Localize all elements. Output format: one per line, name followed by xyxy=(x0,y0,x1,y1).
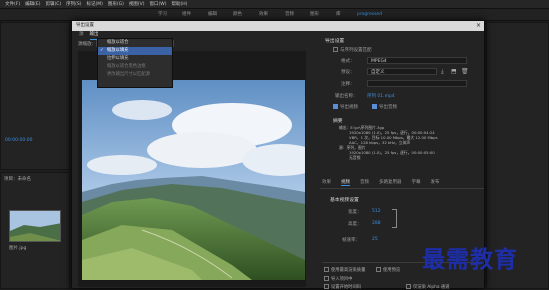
format-label: 格式： xyxy=(341,59,355,64)
dropdown-option-stretch-to-fill[interactable]: 拉伸以填充 xyxy=(98,55,172,63)
match-sequence-checkbox[interactable] xyxy=(333,47,338,52)
summary-block: 输出：E:\pr\序列图片.3gp 1920x1080 (1.0)，25 fps… xyxy=(339,125,479,160)
export-video-checkbox[interactable] xyxy=(333,104,338,109)
link-dimensions-icon[interactable] xyxy=(392,209,397,228)
option-label: 缩放以适合 xyxy=(107,40,129,45)
option-label: 缩放以填充 xyxy=(107,48,129,53)
option-label: 导入项目中 xyxy=(331,277,353,282)
output-name-label: 输出名称： xyxy=(335,94,358,99)
export-video-label: 导出视频 xyxy=(340,105,358,110)
tab-captions[interactable]: 字幕 xyxy=(412,179,421,185)
option-label: 仅渲染 Alpha 通道 xyxy=(413,285,450,290)
preview-image xyxy=(82,80,305,280)
landscape-picture xyxy=(82,80,305,280)
project-thumbnail[interactable] xyxy=(9,210,61,242)
option-label: 缩放以适合黑色边框 xyxy=(107,64,146,69)
source-scaling-label: 源缩放： xyxy=(78,42,96,47)
export-audio-option[interactable]: 导出音频 xyxy=(372,104,397,110)
check-icon: ✓ xyxy=(100,48,104,53)
settings-tabs: 效果 视频 音频 多路复用器 字幕 发布 xyxy=(322,179,450,186)
menu-edit[interactable]: 编辑(E) xyxy=(25,0,40,9)
dialog-title: 导出设置 xyxy=(72,21,484,31)
delete-preset-icon[interactable]: 🗑 xyxy=(461,68,469,75)
export-audio-checkbox[interactable] xyxy=(372,104,377,109)
output-name-link[interactable]: 序列 01.mp4 xyxy=(367,93,395,99)
export-settings-title: 导出设置 xyxy=(325,39,345,44)
source-monitor-panel: 00:00:00:00 xyxy=(0,22,70,170)
export-audio-label: 导出音频 xyxy=(379,105,397,110)
height-value[interactable]: 288 xyxy=(372,221,381,226)
export-video-option[interactable]: 导出视频 xyxy=(333,104,358,110)
menu-view[interactable]: 视图(V) xyxy=(129,0,145,9)
comments-label: 注释： xyxy=(341,82,355,87)
option-label: 更改输出尺寸以匹配源 xyxy=(107,72,150,77)
menu-file[interactable]: 文件(F) xyxy=(5,0,20,9)
tab-publish[interactable]: 发布 xyxy=(431,179,440,185)
match-sequence-label: 与序列设置匹配 xyxy=(340,48,372,53)
project-panel-label: 项目：未命名 xyxy=(4,177,31,182)
checkbox[interactable] xyxy=(376,267,381,272)
format-value: MPEG4 xyxy=(371,59,387,64)
fps-label: 帧速率： xyxy=(342,238,360,243)
thumbnail-image xyxy=(10,211,60,241)
start-timecode-option[interactable]: 设置开始时间码 xyxy=(324,284,361,290)
export-settings-panel: 导出设置 与序列设置匹配 格式： MPEG4 预设： 自定义 ⤓ ⬒ 🗑 注释：… xyxy=(317,33,483,173)
option-label: 使用预览 xyxy=(383,268,401,273)
checkbox[interactable] xyxy=(406,284,411,289)
dropdown-option-black-borders[interactable]: 缩放以适合黑色边框 xyxy=(98,63,172,71)
alpha-only-option[interactable]: 仅渲染 Alpha 通道 xyxy=(406,284,449,290)
source-scaling-dropdown: 缩放以适合 ✓ 缩放以填充 拉伸以填充 缩放以适合黑色边框 更改输出尺寸以匹配源 xyxy=(97,38,173,88)
checkbox[interactable] xyxy=(324,267,329,272)
summary-title: 摘要 xyxy=(333,119,343,124)
checkbox[interactable] xyxy=(324,284,329,289)
import-into-project-option[interactable]: 导入项目中 xyxy=(324,276,352,282)
option-label: 拉伸以填充 xyxy=(107,56,129,61)
width-label: 宽度： xyxy=(348,210,362,215)
tab-audio[interactable]: 音频 xyxy=(360,179,369,185)
max-quality-option[interactable]: 使用最高渲染质量 xyxy=(324,267,365,273)
tab-source[interactable]: 源 xyxy=(79,31,84,39)
checkbox[interactable] xyxy=(324,276,329,281)
width-value[interactable]: 512 xyxy=(372,209,381,214)
menu-help[interactable]: 帮助(H) xyxy=(171,0,187,9)
tab-multiplexer[interactable]: 多路复用器 xyxy=(379,179,402,185)
menu-clip[interactable]: 剪辑(C) xyxy=(45,0,61,9)
menu-window[interactable]: 窗口(W) xyxy=(150,0,167,9)
format-select[interactable]: MPEG4 xyxy=(367,57,467,64)
preset-label: 预设： xyxy=(341,70,355,75)
close-icon[interactable]: × xyxy=(476,21,481,31)
comments-input[interactable] xyxy=(367,80,467,87)
height-label: 高度： xyxy=(348,222,362,227)
preset-select[interactable]: 自定义 xyxy=(367,68,437,75)
source-timecode: 00:00:00:00 xyxy=(5,138,33,143)
dropdown-option-scale-to-fit[interactable]: 缩放以适合 xyxy=(98,39,172,47)
import-preset-icon[interactable]: ⬒ xyxy=(451,68,457,75)
match-sequence-option[interactable]: 与序列设置匹配 xyxy=(333,47,372,53)
preset-value: 自定义 xyxy=(371,70,385,75)
summary-line: 无音频 xyxy=(349,155,361,160)
dropdown-option-match-source[interactable]: 更改输出尺寸以匹配源 xyxy=(98,71,172,79)
tab-effects[interactable]: 效果 xyxy=(322,179,331,185)
watermark-logo: 最需教育 xyxy=(422,246,518,273)
save-preset-icon[interactable]: ⤓ xyxy=(441,68,444,76)
project-item-name: 图片.jpg xyxy=(9,246,27,251)
option-label: 设置开始时间码 xyxy=(331,285,362,290)
menu-marker[interactable]: 标记(M) xyxy=(87,0,103,9)
dropdown-option-scale-to-fill[interactable]: ✓ 缩放以填充 xyxy=(98,47,172,55)
menu-sequence[interactable]: 序列(S) xyxy=(66,0,81,9)
menu-graphics[interactable]: 图形(G) xyxy=(108,0,124,9)
use-previews-option[interactable]: 使用预览 xyxy=(376,267,400,273)
tab-video[interactable]: 视频 xyxy=(341,179,350,186)
fps-value[interactable]: 25 xyxy=(372,237,378,242)
basic-video-title: 基本视频设置 xyxy=(330,198,359,203)
option-label: 使用最高渲染质量 xyxy=(331,268,366,273)
menu-bar: 文件(F) 编辑(E) 剪辑(C) 序列(S) 标记(M) 图形(G) 视图(V) 窗口(W)… xyxy=(0,0,549,9)
project-panel: 项目：未命名 图片.jpg xyxy=(0,172,70,289)
